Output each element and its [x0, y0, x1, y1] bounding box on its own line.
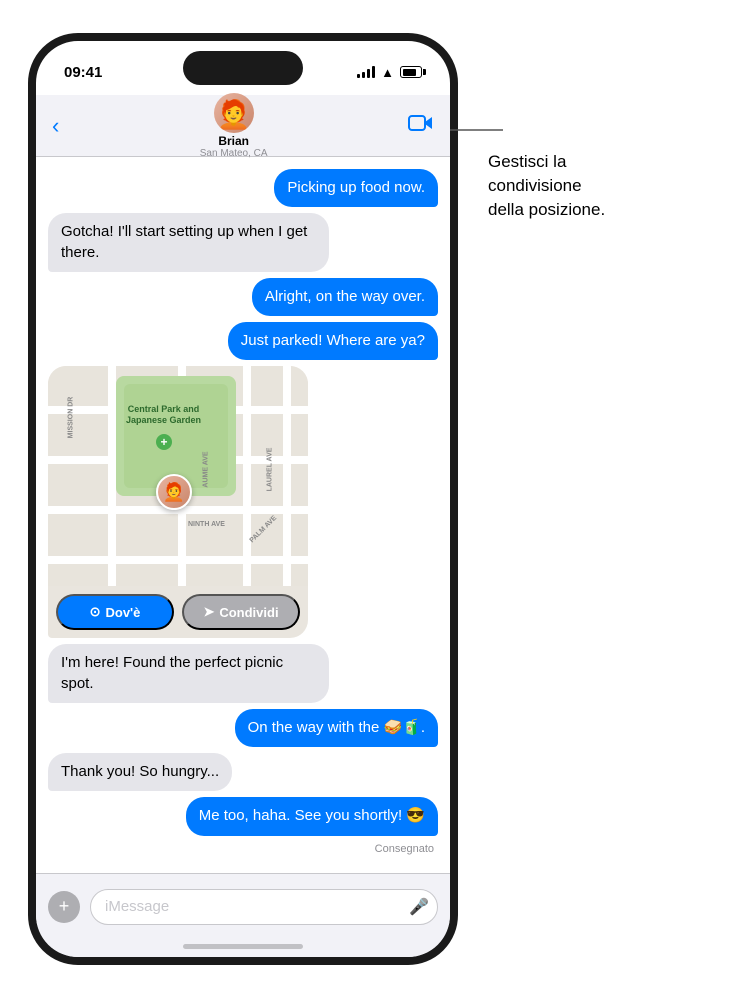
share-icon: ➤	[203, 604, 214, 620]
message-row-map: Central Park andJapanese Garden + MISSIO…	[48, 366, 438, 638]
received-bubble: Thank you! So hungry...	[48, 753, 232, 791]
add-button[interactable]: +	[48, 891, 80, 923]
annotation-text: Gestisci la condivisione della posizione…	[488, 150, 727, 221]
battery-fill	[403, 69, 417, 76]
message-row: Me too, haha. See you shortly! 😎	[48, 797, 438, 835]
wifi-icon: ▲	[381, 65, 394, 80]
where-label: Dov'è	[106, 605, 141, 620]
message-text: Alright, on the way over.	[265, 288, 425, 305]
status-icons: ▲	[357, 65, 422, 80]
plus-icon: +	[59, 896, 70, 917]
input-placeholder: iMessage	[105, 898, 169, 915]
map-road-label: AUME AVE	[203, 452, 210, 488]
map-road	[243, 366, 251, 586]
message-row: I'm here! Found the perfect picnic spot.	[48, 644, 438, 703]
message-row: Thank you! So hungry...	[48, 753, 438, 791]
dynamic-island	[183, 51, 303, 85]
message-row: Just parked! Where are ya?	[48, 322, 438, 360]
map-road-label: LAUREL AVE	[266, 448, 273, 492]
share-button[interactable]: ➤ Condividi	[182, 594, 300, 630]
avatar-emoji: 🧑‍🦰	[216, 101, 251, 129]
map-road-label: PALM AVE	[249, 515, 279, 545]
contact-name: Brian	[218, 134, 249, 148]
sent-bubble: Just parked! Where are ya?	[228, 322, 438, 360]
map-bubble[interactable]: Central Park andJapanese Garden + MISSIO…	[48, 366, 308, 638]
map-background: Central Park andJapanese Garden + MISSIO…	[48, 366, 308, 586]
annotation-arrow	[448, 90, 508, 170]
message-text: Just parked! Where are ya?	[241, 332, 425, 349]
map-image[interactable]: Central Park andJapanese Garden + MISSIO…	[48, 366, 308, 586]
where-icon: ⊙	[90, 604, 101, 620]
back-chevron-icon: ‹	[52, 113, 59, 139]
message-text: Thank you! So hungry...	[61, 763, 219, 780]
received-bubble: Gotcha! I'll start setting up when I get…	[48, 213, 329, 272]
message-row: Alright, on the way over.	[48, 278, 438, 316]
avatar: 🧑‍🦰	[214, 93, 254, 133]
status-time: 09:41	[64, 64, 102, 81]
message-row: Gotcha! I'll start setting up when I get…	[48, 213, 438, 272]
mic-icon[interactable]: 🎤	[409, 897, 429, 917]
delivery-status: Consegnato	[48, 843, 434, 855]
map-road	[283, 366, 291, 586]
message-row: Picking up food now.	[48, 169, 438, 207]
home-indicator	[183, 944, 303, 949]
message-text: I'm here! Found the perfect picnic spot.	[61, 654, 283, 691]
map-road-label: MISSION DR	[67, 397, 74, 439]
message-text: Picking up food now.	[287, 179, 425, 196]
message-row: On the way with the 🥪🧃.	[48, 709, 438, 747]
map-park-label: Central Park andJapanese Garden	[126, 404, 201, 426]
map-buttons: ⊙ Dov'è ➤ Condividi	[48, 586, 308, 638]
nav-header: ‹ 🧑‍🦰 Brian San Mateo, CA	[36, 95, 450, 157]
video-call-button[interactable]	[408, 113, 434, 139]
map-pin: 🧑‍🦰	[156, 474, 192, 510]
received-bubble: I'm here! Found the perfect picnic spot.	[48, 644, 329, 703]
map-road	[108, 366, 116, 586]
where-button[interactable]: ⊙ Dov'è	[56, 594, 174, 630]
phone-frame: 09:41 ▲ ‹ 🧑‍🦰 Brian San Mateo, CA	[28, 33, 458, 965]
back-button[interactable]: ‹	[52, 113, 59, 139]
signal-icon	[357, 66, 375, 78]
message-text: On the way with the 🥪🧃.	[248, 719, 425, 736]
sent-bubble: Me too, haha. See you shortly! 😎	[186, 797, 438, 835]
message-text: Gotcha! I'll start setting up when I get…	[61, 223, 307, 260]
sent-bubble: On the way with the 🥪🧃.	[235, 709, 438, 747]
annotation-area: Gestisci la condivisione della posizione…	[458, 0, 747, 998]
contact-subtitle: San Mateo, CA	[200, 148, 268, 159]
chat-area: Picking up food now. Gotcha! I'll start …	[36, 157, 450, 873]
share-label: Condividi	[219, 605, 278, 620]
sent-bubble: Alright, on the way over.	[252, 278, 438, 316]
sent-bubble: Picking up food now.	[274, 169, 438, 207]
contact-info[interactable]: 🧑‍🦰 Brian San Mateo, CA	[200, 93, 268, 159]
message-text: Me too, haha. See you shortly! 😎	[199, 807, 425, 824]
message-input-container[interactable]: iMessage 🎤	[90, 889, 438, 925]
battery-icon	[400, 66, 422, 78]
map-road-label: NINTH AVE	[188, 521, 225, 528]
